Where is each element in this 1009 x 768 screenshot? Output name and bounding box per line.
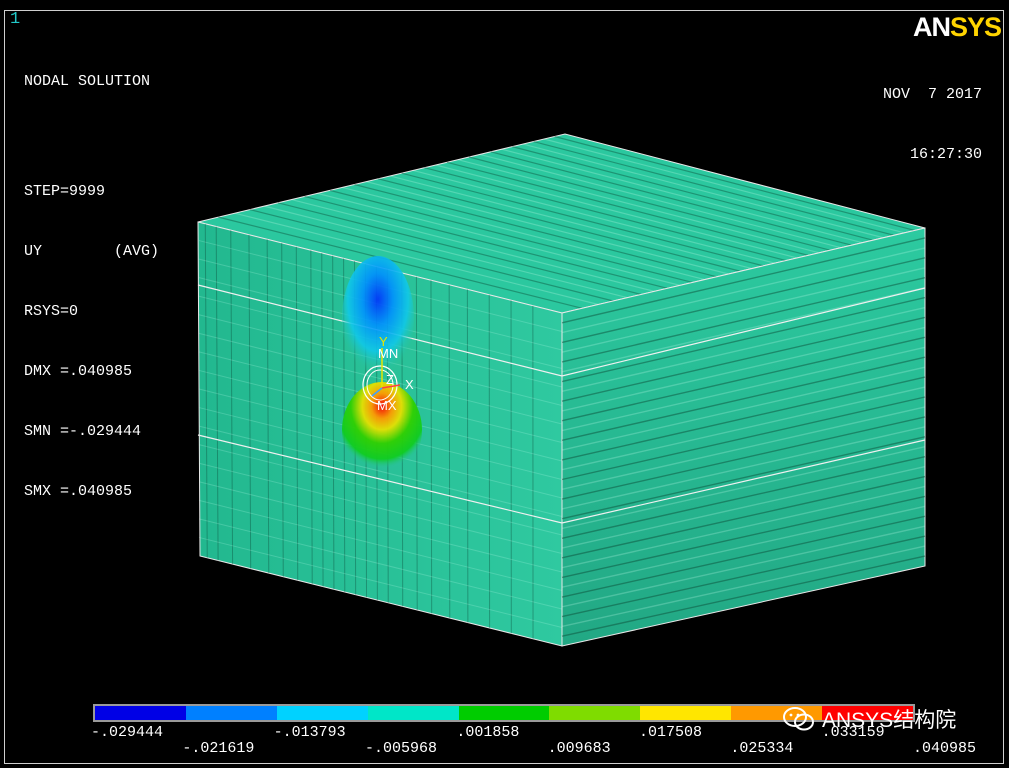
legend-color-0 <box>95 706 186 720</box>
positive-uy-region <box>342 382 422 478</box>
wechat-icon <box>782 706 816 732</box>
legend-color-6 <box>640 706 732 720</box>
legend-label: .017508 <box>639 724 703 741</box>
legend-label: -.021619 <box>182 740 255 757</box>
legend-label: .040985 <box>913 740 977 757</box>
legend-label: -.013793 <box>273 724 346 741</box>
legend-label: .009683 <box>547 740 611 757</box>
watermark-text: ANSYS结构院 <box>822 709 957 732</box>
max-marker-label: MX <box>377 398 397 413</box>
min-marker-label: MN <box>378 346 398 361</box>
legend-color-3 <box>367 706 459 720</box>
legend-label: .025334 <box>730 740 794 757</box>
negative-uy-region <box>342 256 414 380</box>
legend-label: -.029444 <box>91 724 164 741</box>
triad-x-label: X <box>405 377 414 392</box>
legend-label: -.005968 <box>365 740 438 757</box>
legend-color-4 <box>458 706 550 720</box>
legend-color-5 <box>549 706 641 720</box>
watermark: ANSYS结构院 <box>782 704 956 734</box>
fe-model-plot[interactable]: Y X Z MN MX <box>0 0 1009 768</box>
legend-color-1 <box>185 706 277 720</box>
triad-z-label: Z <box>386 372 394 387</box>
legend-color-2 <box>276 706 368 720</box>
legend-label: .001858 <box>456 724 520 741</box>
